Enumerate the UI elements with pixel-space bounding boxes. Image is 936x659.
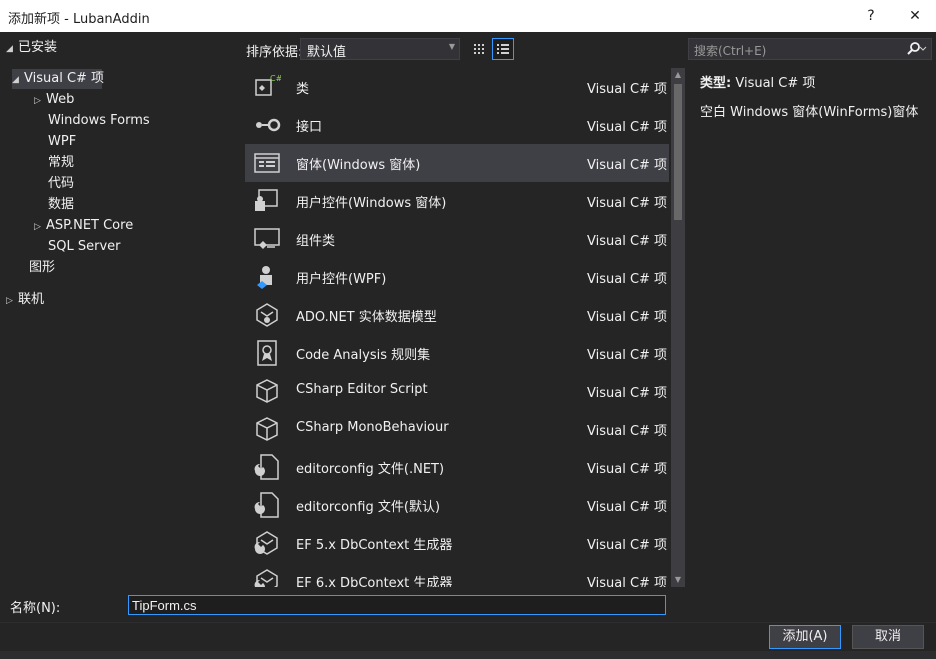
item-info-panel: 类型: Visual C# 项 空白 Windows 窗体(WinForms)窗… [700, 72, 932, 120]
entity-model-icon [256, 303, 278, 327]
list-scrollbar[interactable]: ▲ ▼ [671, 68, 685, 587]
item-type-label: 类型: [700, 76, 732, 91]
dbcontext-icon [254, 531, 278, 555]
tree-installed[interactable]: ◢ 已安装 [6, 38, 57, 58]
list-item[interactable]: 接口 Visual C# 项 [245, 106, 669, 144]
cancel-button[interactable]: 取消 [852, 625, 924, 649]
wpf-user-control-icon [257, 266, 272, 289]
list-view-icon [497, 44, 509, 54]
search-input[interactable]: 搜索(Ctrl+E) [688, 38, 932, 60]
tree-item-graphics[interactable]: 图形 [29, 258, 55, 278]
search-icon[interactable] [905, 41, 927, 61]
tree-item-code[interactable]: 代码 [48, 174, 74, 194]
sort-dropdown[interactable]: 默认值 ▼ [300, 38, 460, 60]
dbcontext-icon [254, 569, 278, 587]
help-button[interactable]: ? [856, 4, 886, 28]
grid-view-button[interactable] [468, 38, 490, 60]
cube-icon [256, 417, 278, 441]
search-placeholder: 搜索(Ctrl+E) [694, 44, 767, 58]
interface-icon [256, 118, 281, 132]
status-bar [0, 651, 936, 659]
close-button[interactable]: ✕ [900, 4, 930, 28]
title-bar: 添加新项 - LubanAddin ? ✕ [0, 0, 936, 32]
expanded-arrow-icon: ◢ [12, 75, 19, 85]
tree-item-visual-csharp[interactable]: ◢ Visual C# 项 [12, 69, 104, 89]
tree-item-aspnet-core[interactable]: ▷ ASP.NET Core [34, 216, 133, 236]
sort-label: 排序依据: [246, 45, 303, 60]
list-view-button[interactable] [492, 38, 514, 60]
window-title: 添加新项 - LubanAddin [8, 12, 150, 27]
item-description: 空白 Windows 窗体(WinForms)窗体 [700, 105, 919, 120]
tree-item-sql-server[interactable]: SQL Server [48, 237, 121, 257]
list-item[interactable]: EF 6.x DbContext 生成器 Visual C# 项 [245, 562, 669, 587]
chevron-down-icon: ▼ [448, 42, 455, 51]
config-file-icon [254, 492, 279, 518]
sort-value: 默认值 [307, 45, 347, 60]
list-item[interactable]: editorconfig 文件(默认) Visual C# 项 [245, 486, 669, 524]
scroll-down-icon[interactable]: ▼ [671, 573, 685, 587]
collapsed-arrow-icon: ▷ [34, 222, 41, 232]
divider [0, 622, 936, 623]
list-item[interactable]: editorconfig 文件(.NET) Visual C# 项 [245, 448, 669, 486]
list-item[interactable]: ADO.NET 实体数据模型 Visual C# 项 [245, 296, 669, 334]
tree-item-data[interactable]: 数据 [48, 195, 74, 215]
list-item[interactable]: C# 类 Visual C# 项 [245, 68, 669, 106]
config-file-icon [254, 454, 279, 480]
class-icon: C# [255, 74, 281, 96]
list-item[interactable]: Code Analysis 规则集 Visual C# 项 [245, 334, 669, 372]
expanded-arrow-icon: ◢ [6, 44, 13, 54]
list-item[interactable]: 窗体(Windows 窗体) Visual C# 项 [245, 144, 669, 182]
item-template-list: C# 类 Visual C# 项 接口 Visual C# 项 窗体(Windo… [245, 68, 669, 587]
ruleset-icon [257, 340, 277, 366]
svg-text:C#: C# [270, 74, 281, 83]
list-item[interactable]: CSharp Editor Script Visual C# 项 [245, 372, 669, 410]
scroll-thumb[interactable] [674, 84, 682, 220]
cube-icon [256, 379, 278, 403]
category-tree: ◢ 已安装 ◢ Visual C# 项 ▷ Web Windows Forms WPF… [0, 34, 242, 590]
collapsed-arrow-icon: ▷ [34, 96, 41, 106]
list-item[interactable]: EF 5.x DbContext 生成器 Visual C# 项 [245, 524, 669, 562]
name-field[interactable] [128, 595, 666, 615]
list-item[interactable]: 组件类 Visual C# 项 [245, 220, 669, 258]
component-class-icon [254, 228, 280, 249]
item-type-value: Visual C# 项 [735, 76, 816, 91]
list-item[interactable]: CSharp MonoBehaviour Visual C# 项 [245, 410, 669, 448]
name-label: 名称(N): [10, 601, 61, 616]
tree-item-general[interactable]: 常规 [48, 153, 74, 173]
grid-view-icon [474, 44, 484, 54]
item-type-row: 类型: Visual C# 项 [700, 72, 932, 91]
tree-online[interactable]: ▷ 联机 [6, 290, 44, 310]
tree-item-windows-forms[interactable]: Windows Forms [48, 111, 150, 131]
scroll-up-icon[interactable]: ▲ [671, 68, 685, 82]
list-item[interactable]: 用户控件(Windows 窗体) Visual C# 项 [245, 182, 669, 220]
user-control-icon [255, 189, 278, 211]
tree-item-wpf[interactable]: WPF [48, 132, 76, 152]
list-item[interactable]: 用户控件(WPF) Visual C# 项 [245, 258, 669, 296]
add-button[interactable]: 添加(A) [769, 625, 841, 649]
tree-item-web[interactable]: ▷ Web [34, 90, 74, 110]
windows-form-icon [254, 153, 280, 173]
collapsed-arrow-icon: ▷ [6, 296, 13, 306]
